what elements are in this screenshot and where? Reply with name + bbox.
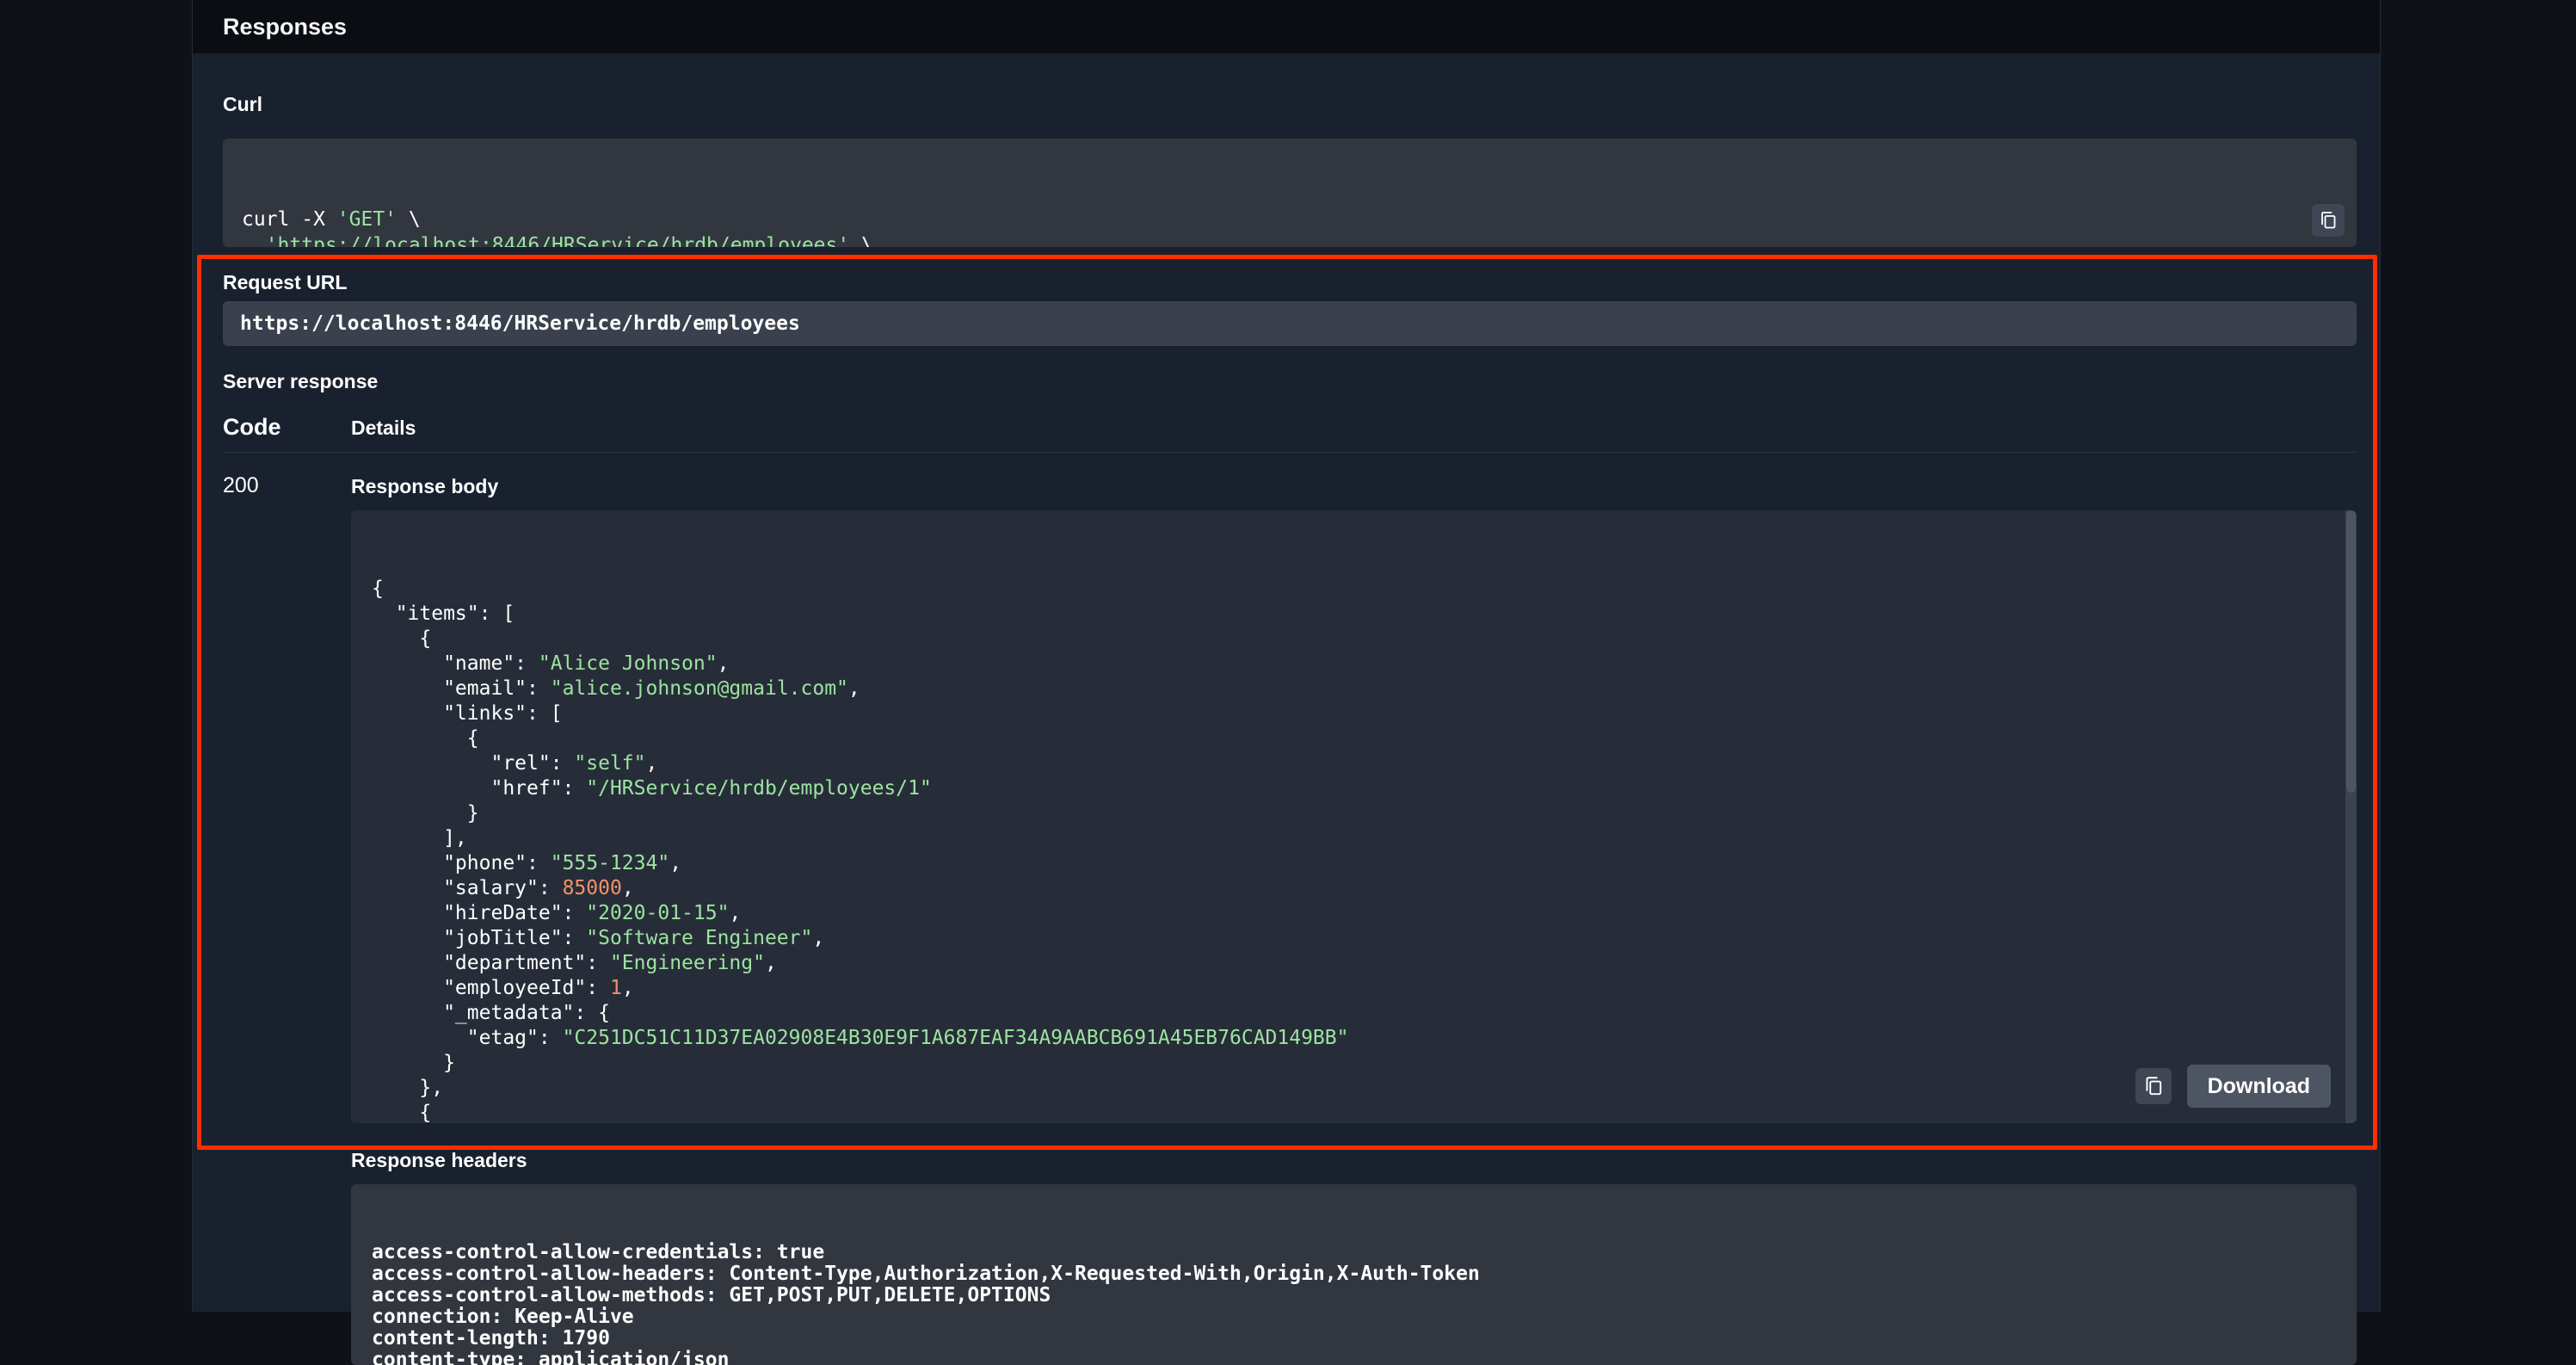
response-details-cell: Response body { "items": [ { "name": "Al… <box>351 473 2357 1365</box>
response-body-actions: Download <box>2135 1065 2331 1108</box>
responses-content: Curl curl -X 'GET' \ 'https://localhost:… <box>193 53 2380 1365</box>
response-body-scrollbar-thumb[interactable] <box>2346 510 2356 793</box>
server-response-table-header: Code Details <box>223 414 2357 453</box>
response-body-label: Response body <box>351 475 2357 498</box>
status-code-value: 200 <box>223 473 351 1365</box>
response-body-scrollbar[interactable] <box>2345 510 2357 1123</box>
response-body-copy-button[interactable] <box>2135 1068 2172 1104</box>
curl-command-block: curl -X 'GET' \ 'https://localhost:8446/… <box>223 139 2357 247</box>
server-response-label: Server response <box>223 370 2357 393</box>
details-column-header: Details <box>351 417 416 440</box>
response-headers-label: Response headers <box>351 1149 2357 1172</box>
response-headers-block: access-control-allow-credentials: true a… <box>351 1184 2357 1365</box>
code-column-header: Code <box>223 414 351 441</box>
clipboard-icon <box>2318 210 2339 231</box>
request-url-value: https://localhost:8446/HRService/hrdb/em… <box>223 301 2357 346</box>
server-response-table: Code Details 200 Response body { "items"… <box>223 414 2357 1365</box>
responses-panel: Responses Curl curl -X 'GET' \ 'https://… <box>192 0 2381 1312</box>
response-body-block[interactable]: { "items": [ { "name": "Alice Johnson", … <box>351 510 2357 1123</box>
response-headers-code: access-control-allow-credentials: true a… <box>372 1242 2336 1365</box>
responses-title: Responses <box>223 14 347 40</box>
download-button[interactable]: Download <box>2187 1065 2331 1108</box>
curl-label: Curl <box>223 93 2357 116</box>
curl-copy-button[interactable] <box>2312 204 2345 237</box>
request-url-label: Request URL <box>223 271 2357 294</box>
curl-code: curl -X 'GET' \ 'https://localhost:8446/… <box>242 207 2338 247</box>
server-response-row: 200 Response body { "items": [ { "name":… <box>223 453 2357 1365</box>
responses-section-header: Responses <box>193 0 2380 53</box>
response-body-code: { "items": [ { "name": "Alice Johnson", … <box>372 577 2336 1123</box>
clipboard-icon <box>2142 1075 2165 1097</box>
